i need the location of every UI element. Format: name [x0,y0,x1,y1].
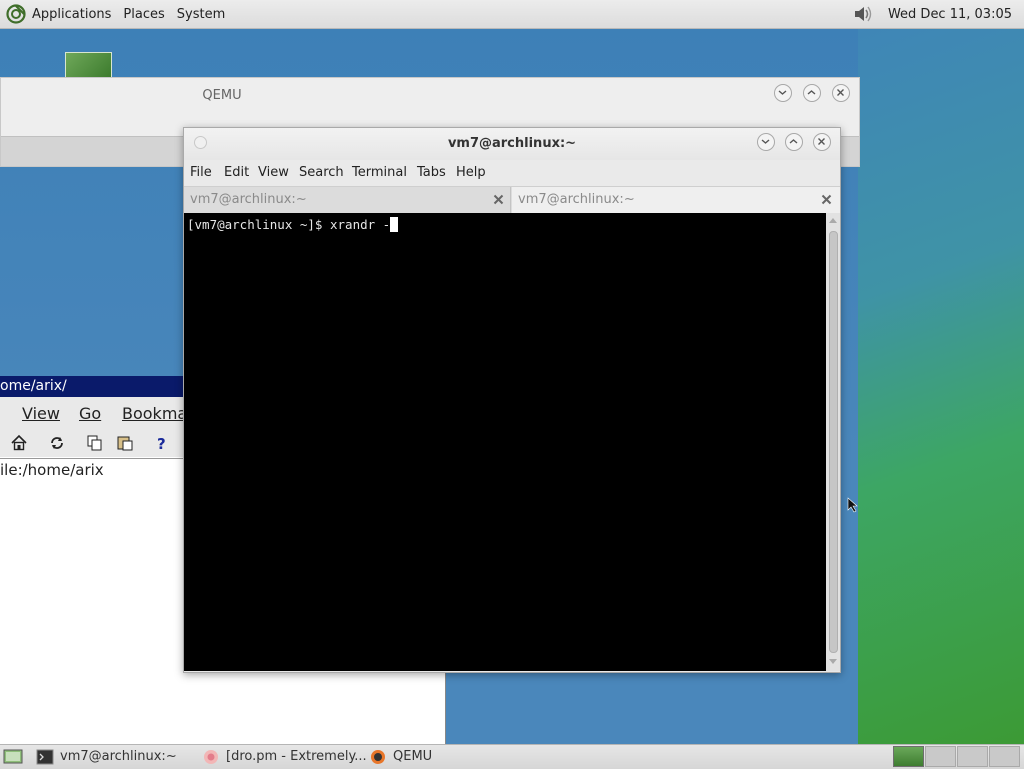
qemu-close-button[interactable] [832,84,850,102]
chevron-down-icon [761,139,770,144]
fm-location-field[interactable]: ile:/home/arix [0,458,183,482]
qemu-title: QEMU [202,88,242,103]
terminal-scrollbar[interactable] [826,213,840,671]
menu-search[interactable]: Search [299,165,344,180]
distro-logo-icon[interactable] [6,4,26,24]
terminal-output[interactable]: [vm7@archlinux ~]$ xrandr - [184,213,826,671]
menu-places[interactable]: Places [117,7,170,22]
volume-icon[interactable] [852,4,874,24]
terminal-menubar: File Edit View Search Terminal Tabs Help [184,160,840,186]
terminal-icon [36,749,54,765]
menu-applications[interactable]: Applications [26,7,117,22]
top-panel: Applications Places System Wed Dec 11, 0… [0,0,1024,29]
scrollbar-thumb[interactable] [829,231,838,653]
fm-menu-go[interactable]: Go [79,404,101,423]
workspace-2[interactable] [925,746,956,767]
taskbar-item-terminal[interactable]: vm7@archlinux:~ [36,745,177,769]
taskbar-item-browser[interactable]: [dro.pm - Extremely... [202,745,367,769]
copy-icon[interactable] [86,434,104,452]
fm-title: ome/arix/ [0,378,67,394]
close-icon[interactable] [821,194,832,205]
workspace-1[interactable] [893,746,924,767]
menu-help[interactable]: Help [456,165,486,180]
qemu-titlebar[interactable]: QEMU [1,78,859,113]
workspace-3[interactable] [957,746,988,767]
menu-terminal[interactable]: Terminal [352,165,407,180]
fm-titlebar[interactable]: ome/arix/ [0,376,183,397]
terminal-window[interactable]: vm7@archlinux:~ File Edit View Search Te… [183,127,841,673]
qemu-icon [371,750,385,764]
fm-toolbar: ? [0,429,183,457]
chevron-up-icon [789,139,798,144]
taskbar-label: vm7@archlinux:~ [60,749,177,764]
scroll-down-icon[interactable] [829,659,837,665]
qemu-maximize-button[interactable] [803,84,821,102]
close-icon [837,89,844,96]
taskbar-item-qemu[interactable]: QEMU [369,745,432,769]
menu-tabs[interactable]: Tabs [417,165,446,180]
fm-menu-view[interactable]: View [22,404,60,423]
tab-2[interactable]: vm7@archlinux:~ [512,187,840,213]
taskbar-label: [dro.pm - Extremely... [226,749,367,764]
prompt-line: [vm7@archlinux ~]$ xrandr - [187,217,399,232]
fm-menubar: View Go Bookma [0,397,187,429]
terminal-title: vm7@archlinux:~ [447,136,577,151]
close-icon [818,138,825,145]
tray-area: Wed Dec 11, 03:05 [852,4,1024,24]
paste-icon[interactable] [116,434,134,452]
chevron-down-icon [778,90,787,95]
bottom-panel: vm7@archlinux:~ [dro.pm - Extremely... Q… [0,744,1024,769]
terminal-maximize-button[interactable] [785,133,803,151]
terminal-minimize-button[interactable] [757,133,775,151]
show-desktop-icon[interactable] [3,748,23,766]
clock[interactable]: Wed Dec 11, 03:05 [882,7,1018,22]
tab-label: vm7@archlinux:~ [518,192,635,207]
text-cursor [390,217,399,232]
mouse-pointer-icon [847,497,858,513]
tab-1[interactable]: vm7@archlinux:~ [184,187,511,213]
scroll-up-icon[interactable] [829,217,837,223]
chevron-up-icon [807,90,816,95]
menu-file[interactable]: File [190,165,212,180]
prompt-text: [vm7@archlinux ~]$ xrandr - [187,217,391,232]
menu-view[interactable]: View [258,165,289,180]
tab-label: vm7@archlinux:~ [190,192,307,207]
home-icon[interactable] [10,434,28,452]
desktop-wallpaper-green [858,28,1024,744]
menu-system[interactable]: System [171,7,231,22]
qemu-minimize-button[interactable] [774,84,792,102]
workspace-switcher [892,746,1020,768]
workspace-4[interactable] [989,746,1020,767]
menu-edit[interactable]: Edit [224,165,249,180]
terminal-close-button[interactable] [813,133,831,151]
reload-icon[interactable] [48,434,66,452]
taskbar-label: QEMU [393,749,433,764]
close-icon[interactable] [493,194,504,205]
desktop-image-icon[interactable] [65,52,112,80]
help-icon[interactable]: ? [154,434,170,452]
terminal-titlebar[interactable]: vm7@archlinux:~ [184,128,840,160]
browser-icon [204,750,218,764]
terminal-tabbar: vm7@archlinux:~ vm7@archlinux:~ [184,186,840,214]
svg-text:?: ? [157,435,166,452]
fm-menu-bookmarks[interactable]: Bookma [122,404,187,423]
